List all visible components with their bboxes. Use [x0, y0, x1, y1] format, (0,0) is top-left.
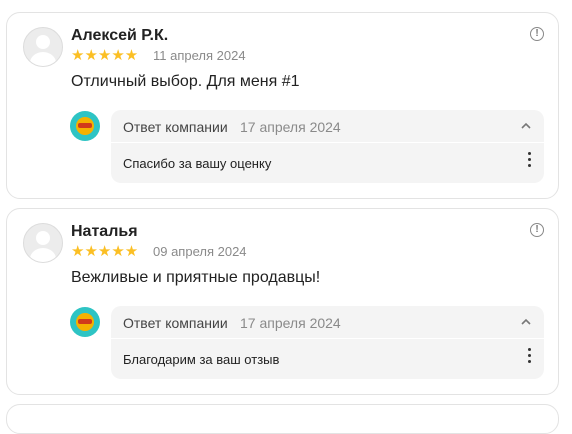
company-logo-icon — [70, 111, 100, 141]
company-reply-header[interactable]: Ответ компании 17 апреля 2024 — [111, 306, 544, 339]
info-icon[interactable]: ! — [530, 223, 544, 237]
review-card: Наталья ★★★★★ 09 апреля 2024 ! Вежливые … — [6, 208, 559, 395]
company-reply-header[interactable]: Ответ компании 17 апреля 2024 — [111, 110, 544, 143]
more-vertical-icon[interactable] — [526, 152, 532, 170]
rating-stars: ★★★★★ — [71, 47, 139, 64]
reply-date: 17 апреля 2024 — [240, 315, 341, 331]
review-card-partial — [6, 404, 559, 434]
more-vertical-icon[interactable] — [526, 348, 532, 366]
user-avatar-icon — [23, 27, 63, 67]
company-reply: Ответ компании 17 апреля 2024 Благодарим… — [111, 306, 544, 379]
company-logo-icon — [70, 307, 100, 337]
review-date: 09 апреля 2024 — [153, 244, 247, 259]
reply-author: Ответ компании — [123, 119, 228, 135]
review-text: Отличный выбор. Для меня #1 — [71, 73, 300, 90]
reply-text: Благодарим за ваш отзыв — [123, 352, 280, 367]
info-icon[interactable]: ! — [530, 27, 544, 41]
reply-date: 17 апреля 2024 — [240, 119, 341, 135]
review-author[interactable]: Алексей Р.К. — [71, 27, 168, 45]
review-date: 11 апреля 2024 — [153, 48, 246, 63]
review-card: Алексей Р.К. ★★★★★ 11 апреля 2024 ! Отли… — [6, 12, 559, 199]
rating-stars: ★★★★★ — [71, 243, 139, 260]
review-author[interactable]: Наталья — [71, 223, 138, 241]
user-avatar-icon — [23, 223, 63, 263]
review-text: Вежливые и приятные продавцы! — [71, 269, 321, 286]
chevron-up-icon[interactable] — [520, 316, 532, 328]
chevron-up-icon[interactable] — [520, 120, 532, 132]
reply-text: Спасибо за вашу оценку — [123, 156, 272, 171]
company-reply: Ответ компании 17 апреля 2024 Спасибо за… — [111, 110, 544, 183]
reply-author: Ответ компании — [123, 315, 228, 331]
